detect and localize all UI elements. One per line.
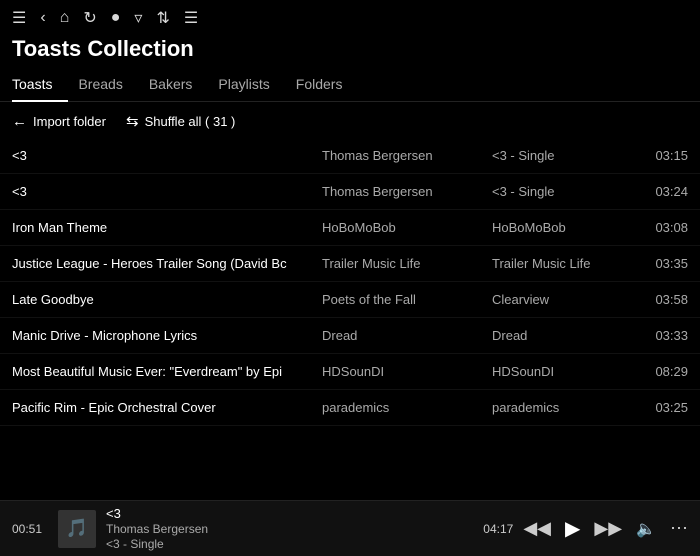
table-row[interactable]: Iron Man Theme HoBoMoBob HoBoMoBob 03:08 <box>0 210 700 246</box>
track-album: Trailer Music Life <box>492 256 643 271</box>
home-icon[interactable]: ⌂ <box>60 9 70 27</box>
track-list: <3 Thomas Bergersen <3 - Single 03:15 <3… <box>0 138 700 500</box>
page-title: Toasts Collection <box>0 34 700 68</box>
list-icon[interactable]: ☰ <box>184 8 198 28</box>
track-album: HDSounDI <box>492 364 643 379</box>
table-row[interactable]: <3 Thomas Bergersen <3 - Single 03:24 <box>0 174 700 210</box>
now-playing-info: <3 Thomas Bergersen <3 - Single <box>106 506 467 551</box>
volume-button[interactable]: 🔈 <box>636 519 656 539</box>
table-row[interactable]: Pacific Rim - Epic Orchestral Cover para… <box>0 390 700 426</box>
tab-bakers[interactable]: Bakers <box>139 68 209 102</box>
track-title: <3 <box>12 148 322 163</box>
play-button[interactable]: ▶ <box>565 516 580 541</box>
track-album: <3 - Single <box>492 184 643 199</box>
track-artist: parademics <box>322 400 492 415</box>
now-playing-track-name: <3 <box>106 506 467 521</box>
track-album: HoBoMoBob <box>492 220 643 235</box>
back-icon[interactable]: ‹ <box>40 9 45 27</box>
hamburger-icon[interactable]: ☰ <box>12 8 26 28</box>
track-artist: HoBoMoBob <box>322 220 492 235</box>
track-artist: Poets of the Fall <box>322 292 492 307</box>
track-artist: HDSounDI <box>322 364 492 379</box>
table-row[interactable]: Late Goodbye Poets of the Fall Clearview… <box>0 282 700 318</box>
search-icon[interactable]: ● <box>111 9 121 27</box>
album-art-thumbnail: 🎵 <box>58 510 96 548</box>
track-title: Iron Man Theme <box>12 220 322 235</box>
total-time: 04:17 <box>477 522 513 536</box>
playback-controls: ◀◀ ▶ ▶▶ 🔈 ⋯ <box>523 516 688 541</box>
track-artist: Trailer Music Life <box>322 256 492 271</box>
now-playing-artist: Thomas Bergersen <box>106 522 467 536</box>
now-playing-album: <3 - Single <box>106 537 467 551</box>
shuffle-icon: ⇆ <box>126 112 139 130</box>
track-title: Justice League - Heroes Trailer Song (Da… <box>12 256 322 271</box>
track-title: <3 <box>12 184 322 199</box>
tab-playlists[interactable]: Playlists <box>208 68 285 102</box>
table-row[interactable]: <3 Thomas Bergersen <3 - Single 03:15 <box>0 138 700 174</box>
track-album: <3 - Single <box>492 148 643 163</box>
tabs-bar: Toasts Breads Bakers Playlists Folders <box>0 68 700 102</box>
now-playing-bar: 00:51 🎵 <3 Thomas Bergersen <3 - Single … <box>0 500 700 556</box>
track-duration: 03:58 <box>643 292 688 307</box>
skip-back-button[interactable]: ◀◀ <box>523 518 551 539</box>
sort-icon[interactable]: ⇅ <box>156 8 169 28</box>
table-row[interactable]: Justice League - Heroes Trailer Song (Da… <box>0 246 700 282</box>
track-album: Clearview <box>492 292 643 307</box>
top-nav: ☰ ‹ ⌂ ↻ ● ▿ ⇅ ☰ <box>0 0 700 34</box>
track-duration: 08:29 <box>643 364 688 379</box>
import-icon: ← <box>12 113 27 130</box>
track-artist: Dread <box>322 328 492 343</box>
track-title: Pacific Rim - Epic Orchestral Cover <box>12 400 322 415</box>
track-album: parademics <box>492 400 643 415</box>
table-row[interactable]: Manic Drive - Microphone Lyrics Dread Dr… <box>0 318 700 354</box>
track-title: Most Beautiful Music Ever: "Everdream" b… <box>12 364 322 379</box>
track-duration: 03:33 <box>643 328 688 343</box>
table-row[interactable]: Most Beautiful Music Ever: "Everdream" b… <box>0 354 700 390</box>
track-artist: Thomas Bergersen <box>322 148 492 163</box>
more-options-button[interactable]: ⋯ <box>670 518 688 539</box>
skip-forward-button[interactable]: ▶▶ <box>594 518 622 539</box>
track-duration: 03:08 <box>643 220 688 235</box>
track-duration: 03:24 <box>643 184 688 199</box>
track-album: Dread <box>492 328 643 343</box>
refresh-icon[interactable]: ↻ <box>83 8 96 28</box>
track-title: Late Goodbye <box>12 292 322 307</box>
actions-bar: ← Import folder ⇆ Shuffle all ( 31 ) <box>0 102 700 138</box>
import-folder-button[interactable]: ← Import folder <box>12 113 106 130</box>
track-artist: Thomas Bergersen <box>322 184 492 199</box>
shuffle-all-button[interactable]: ⇆ Shuffle all ( 31 ) <box>126 112 235 130</box>
track-duration: 03:15 <box>643 148 688 163</box>
tab-folders[interactable]: Folders <box>286 68 359 102</box>
filter-icon[interactable]: ▿ <box>134 8 142 28</box>
tab-toasts[interactable]: Toasts <box>12 68 68 102</box>
track-duration: 03:35 <box>643 256 688 271</box>
track-title: Manic Drive - Microphone Lyrics <box>12 328 322 343</box>
track-duration: 03:25 <box>643 400 688 415</box>
tab-breads[interactable]: Breads <box>68 68 138 102</box>
current-time: 00:51 <box>12 522 48 536</box>
